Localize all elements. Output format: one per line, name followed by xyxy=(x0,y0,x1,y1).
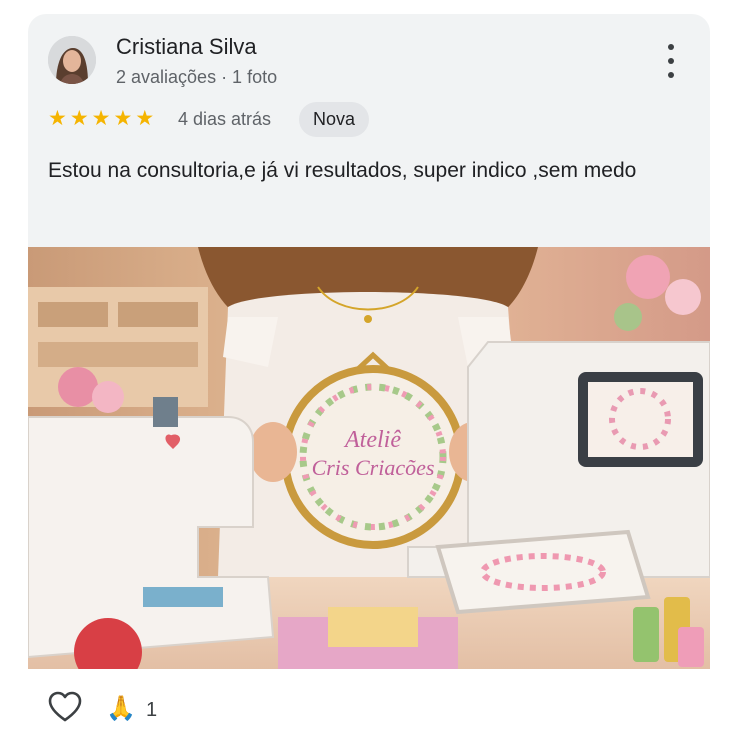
star-icon: ★ xyxy=(91,107,111,130)
star-icon: ★ xyxy=(48,107,67,130)
review-card: Cristiana Silva 2 avaliações · 1 foto ★ … xyxy=(28,14,710,740)
star-icon: ★ xyxy=(135,107,155,130)
photo-text-line-1: Ateliê xyxy=(343,427,401,453)
reaction-count: 1 xyxy=(146,699,158,721)
star-rating: ★ ★ ★ ★ ★ xyxy=(48,107,154,131)
new-badge: Nova xyxy=(299,102,370,137)
review-actions: 🙏 1 xyxy=(28,669,710,740)
avatar[interactable] xyxy=(48,36,96,84)
review-text: Estou na consultoria,e já vi resultados,… xyxy=(48,159,637,182)
review-date: 4 dias atrás xyxy=(178,109,272,129)
more-options-icon[interactable] xyxy=(656,44,686,78)
star-icon: ★ xyxy=(69,107,89,130)
star-icon: ★ xyxy=(113,107,133,130)
review-photo[interactable]: Ateliê Cris Criacões xyxy=(28,247,710,669)
author-meta: 2 avaliações · 1 foto xyxy=(116,67,278,87)
photo-text-line-2: Cris Criacões xyxy=(312,455,435,480)
author-name[interactable]: Cristiana Silva xyxy=(116,34,257,60)
folded-hands-emoji-icon[interactable]: 🙏 xyxy=(106,695,136,723)
heart-outline-icon[interactable] xyxy=(48,691,82,723)
